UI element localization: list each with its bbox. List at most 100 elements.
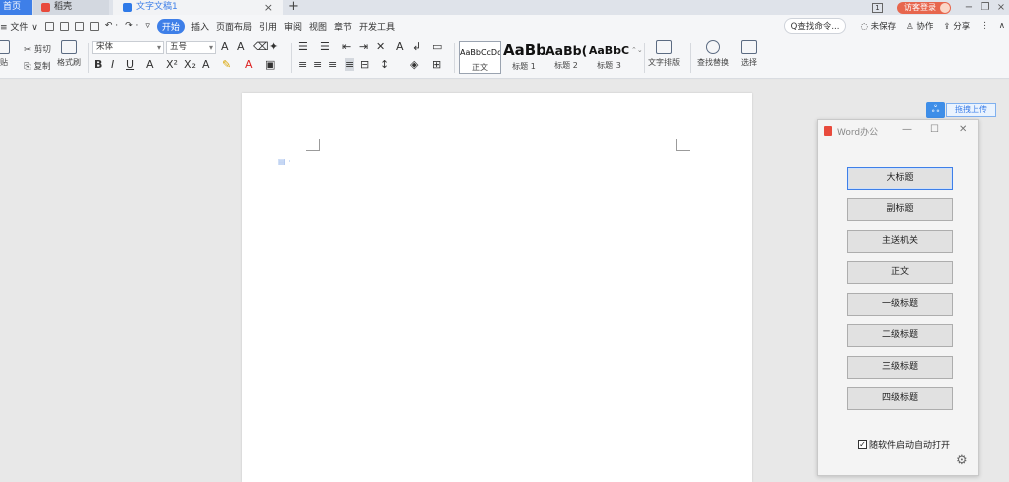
body-text-button[interactable]: 正文 — [847, 261, 953, 284]
style-heading-1-preview: AaBb — [503, 41, 545, 59]
tab-review[interactable]: 审阅 — [284, 20, 302, 33]
superscript-icon[interactable]: X² — [166, 58, 178, 71]
window-count-icon[interactable]: 1 — [872, 2, 883, 13]
add-tab-icon[interactable]: + — [288, 0, 299, 14]
login-button[interactable]: 访客登录 — [897, 1, 951, 14]
highlight-icon[interactable]: ✎ — [222, 58, 231, 71]
close-tab-icon[interactable]: × — [264, 0, 273, 15]
text-layout-button[interactable]: 文字排版 — [648, 40, 680, 68]
export-pdf-icon[interactable] — [59, 21, 69, 31]
checkbox-box[interactable]: ✓ — [858, 440, 867, 449]
cloud-icon: ஃ — [926, 102, 945, 118]
subscript-icon[interactable]: X₂ — [184, 58, 196, 71]
collapse-ribbon-icon[interactable]: ∧ — [999, 21, 1005, 31]
style-normal-name: 正文 — [472, 63, 488, 72]
divider — [291, 43, 292, 73]
styles-scroll-icon[interactable]: ⌃⌄ — [631, 46, 643, 54]
style-heading-3[interactable]: AaBbC 标题 3 — [587, 41, 631, 74]
table-icon[interactable]: ▭ — [432, 40, 442, 53]
justify-icon[interactable]: ≡ — [345, 58, 355, 71]
tab-daoke[interactable]: 稻壳 — [33, 0, 109, 15]
tab-section[interactable]: 章节 — [334, 20, 352, 33]
style-heading-2-name: 标题 2 — [554, 61, 578, 70]
font-color-icon[interactable]: A — [245, 58, 253, 71]
undo-icon[interactable]: ↶ · — [105, 21, 118, 31]
style-normal[interactable]: AaBbCcDd 正文 — [459, 41, 501, 74]
minimize-icon[interactable]: − — [961, 2, 977, 13]
tab-start[interactable]: 开始 — [156, 18, 185, 34]
tab-page-layout[interactable]: 页面布局 — [216, 20, 252, 33]
increase-indent-icon[interactable]: ⇥ — [359, 40, 368, 53]
sort-icon[interactable]: A — [396, 40, 404, 53]
numbering-icon[interactable]: ☰ — [320, 40, 330, 53]
align-right-icon[interactable]: ≡ — [328, 58, 337, 71]
distribute-icon[interactable]: ⊟ — [360, 58, 369, 71]
font-size-select[interactable]: 五号 — [166, 41, 216, 54]
recipient-button[interactable]: 主送机关 — [847, 230, 953, 253]
drag-upload-button[interactable]: ஃ 拖拽上传 — [926, 102, 996, 118]
document-page[interactable]: ▤ · — [242, 93, 752, 482]
align-center-icon[interactable]: ≡ — [313, 58, 322, 71]
bullets-icon[interactable]: ☰ — [298, 40, 308, 53]
shading-icon[interactable]: ◈ — [410, 58, 418, 71]
tab-insert[interactable]: 插入 — [191, 20, 209, 33]
collaborate-button[interactable]: ♙ 协作 — [906, 20, 933, 32]
subtitle-button[interactable]: 副标题 — [847, 198, 953, 221]
autostart-checkbox[interactable]: ✓ 随软件启动自动打开 — [858, 438, 950, 451]
panel-maximize-icon[interactable]: ☐ — [930, 124, 939, 135]
decrease-indent-icon[interactable]: ⇤ — [342, 40, 351, 53]
find-replace-button[interactable]: 查找替换 — [697, 40, 729, 68]
cut-button[interactable]: ✂ 剪切 — [24, 43, 51, 55]
style-heading-1[interactable]: AaBb 标题 1 — [503, 41, 545, 74]
font-name-select[interactable]: 宋体 — [92, 41, 164, 54]
tab-developer[interactable]: 开发工具 — [359, 20, 395, 33]
heading-level-4-button[interactable]: 四级标题 — [847, 387, 953, 410]
quick-access-dropdown-icon[interactable]: ▿ — [145, 21, 150, 31]
tab-home[interactable]: 首页 — [0, 0, 32, 15]
shrink-font-icon[interactable]: A — [237, 40, 245, 53]
clear-format-icon[interactable]: ⌫ — [253, 40, 269, 53]
share-button[interactable]: ⇪ 分享 — [943, 20, 970, 32]
select-button[interactable]: 选择 — [741, 40, 757, 68]
align-left-icon[interactable]: ≡ — [298, 58, 307, 71]
print-icon[interactable] — [74, 21, 84, 31]
line-spacing-icon[interactable]: ↕ — [380, 58, 389, 71]
paste-button[interactable]: 贴 — [0, 40, 10, 68]
tab-view[interactable]: 视图 — [309, 20, 327, 33]
borders-icon[interactable]: ⊞ — [432, 58, 441, 71]
strikethrough-icon[interactable]: A — [146, 58, 154, 71]
more-options-icon[interactable]: ⋮ — [980, 21, 989, 31]
tab-references[interactable]: 引用 — [259, 20, 277, 33]
redo-icon[interactable]: ↷ · — [125, 21, 138, 31]
print-preview-icon[interactable] — [89, 21, 99, 31]
main-title-button[interactable]: 大标题 — [847, 167, 953, 190]
text-layout-icon — [656, 40, 672, 54]
file-menu[interactable]: ≡ 文件 ∨ — [0, 20, 38, 33]
command-search-input[interactable]: Q查找命令... — [783, 18, 847, 34]
text-effect-icon[interactable]: A — [202, 58, 210, 71]
pinyin-icon[interactable]: ✦ — [269, 40, 278, 53]
paragraph-marker-icon[interactable]: ▤ · — [278, 157, 291, 166]
show-marks-icon[interactable]: ↲ — [412, 40, 421, 53]
copy-button[interactable]: ⎘ 复制 — [24, 60, 51, 72]
underline-icon[interactable]: U — [126, 58, 134, 71]
save-icon[interactable] — [44, 21, 54, 31]
chinese-layout-icon[interactable]: ✕ — [376, 40, 385, 53]
copy-label: 复制 — [33, 62, 51, 72]
italic-icon[interactable]: I — [111, 58, 114, 71]
panel-minimize-icon[interactable]: — — [902, 124, 912, 135]
tab-document[interactable]: 文字文稿1 × — [113, 0, 283, 15]
close-window-icon[interactable]: × — [993, 2, 1009, 13]
heading-level-2-button[interactable]: 二级标题 — [847, 324, 953, 347]
unsaved-status[interactable]: ◌ 未保存 — [860, 20, 896, 32]
heading-level-3-button[interactable]: 三级标题 — [847, 356, 953, 379]
heading-level-1-button[interactable]: 一级标题 — [847, 293, 953, 316]
restore-icon[interactable]: ❐ — [977, 2, 993, 13]
style-heading-2[interactable]: AaBb( 标题 2 — [545, 41, 587, 74]
panel-close-icon[interactable]: ✕ — [959, 124, 967, 135]
character-border-icon[interactable]: ▣ — [265, 58, 275, 71]
grow-font-icon[interactable]: A — [221, 40, 229, 53]
bold-icon[interactable]: B — [94, 58, 102, 71]
settings-gear-icon[interactable]: ⚙ — [956, 453, 968, 468]
format-painter-button[interactable]: 格式刷 — [57, 40, 81, 68]
